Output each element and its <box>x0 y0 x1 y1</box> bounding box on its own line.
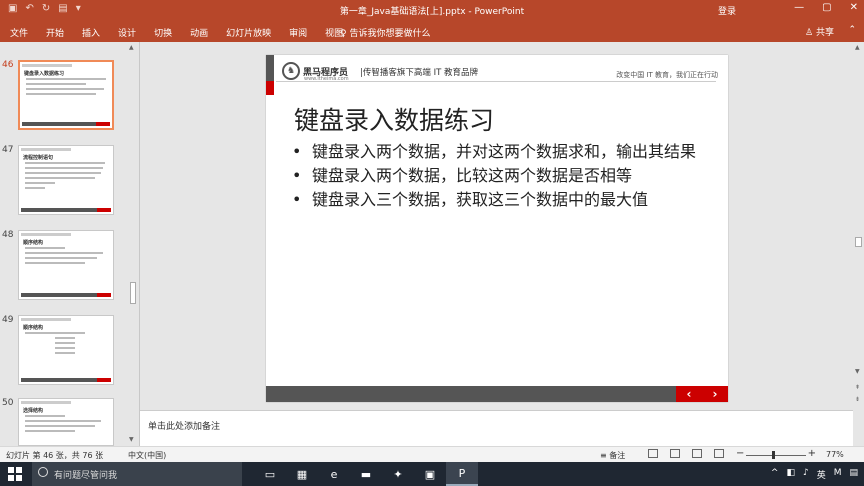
zoom-level[interactable]: 77% <box>826 450 844 459</box>
slide-sorter-icon[interactable] <box>670 449 680 458</box>
windows-taskbar: 有问题尽管问我 ▭ ▦ e ▬ ✦ ▣ P ^ ◧ ♪ 英 M ▤ <box>0 462 864 486</box>
zoom-in-icon[interactable]: + <box>808 448 816 459</box>
tab-file[interactable]: 文件 <box>10 26 28 39</box>
slide-counter: 幻灯片 第 46 张，共 76 张 <box>6 451 104 460</box>
slide-scrollbar[interactable]: ▲ ▼ ⇞ ⇟ <box>853 42 864 446</box>
bullet-item: 键盘录入三个数据，获取这三个数据中的最大值 <box>290 189 710 211</box>
header-divider <box>276 81 716 82</box>
title-bar: ▣ ↶ ↻ ▤ ▾ 第一章_Java基础语法[上].pptx - PowerPo… <box>0 0 864 20</box>
thumbnail-number: 47 <box>2 145 14 155</box>
bullet-list[interactable]: 键盘录入两个数据，并对这两个数据求和，输出其结果 键盘录入两个数据，比较这两个数… <box>290 141 710 213</box>
ime-icon[interactable]: M <box>834 468 842 481</box>
thumbnail-title: 顺序结构 <box>23 240 44 246</box>
login-link[interactable]: 登录 <box>718 4 736 17</box>
notes-placeholder: 单击此处添加备注 <box>148 422 221 432</box>
task-view-icon[interactable]: ▭ <box>254 462 286 486</box>
explorer-icon[interactable]: ▬ <box>350 462 382 486</box>
collapse-ribbon-icon[interactable]: ⌃ <box>848 25 856 35</box>
tell-me-box[interactable]: ♀ 告诉我你想要做什么 <box>340 26 430 39</box>
thumbnail-number: 48 <box>2 230 14 240</box>
prev-arrow-icon[interactable]: ‹ <box>687 387 692 401</box>
tab-home[interactable]: 开始 <box>46 26 64 39</box>
thumbnail-scrollbar[interactable]: ▲ ▼ <box>129 42 137 446</box>
language-indicator[interactable]: 中文(中国) <box>128 450 166 461</box>
status-bar: 幻灯片 第 46 张，共 76 张 中文(中国) ≡ 备注 − + 77% <box>0 446 864 462</box>
normal-view-icon[interactable] <box>648 449 658 458</box>
notes-toggle-button[interactable]: ≡ 备注 <box>600 450 625 461</box>
share-label: 共享 <box>815 28 834 38</box>
media-app-icon[interactable]: ▣ <box>414 462 446 486</box>
tab-animations[interactable]: 动画 <box>190 26 208 39</box>
lightbulb-icon: ♀ <box>340 29 347 39</box>
notes-icon: ≡ <box>600 451 607 460</box>
tab-review[interactable]: 审阅 <box>289 26 307 39</box>
scrollbar-thumb[interactable] <box>130 282 136 304</box>
volume-icon[interactable]: ♪ <box>803 468 809 481</box>
bullet-item: 键盘录入两个数据，并对这两个数据求和，输出其结果 <box>290 141 710 163</box>
scroll-up-icon[interactable]: ▲ <box>129 44 134 51</box>
scroll-up-icon[interactable]: ▲ <box>855 44 860 51</box>
tab-transitions[interactable]: 切换 <box>154 26 172 39</box>
thumbnail-title: 流程控制语句 <box>23 155 54 161</box>
slide-editor[interactable]: ♞ 黑马程序员 www.itheima.com |传智播客旗下高端 IT 教育品… <box>140 42 854 410</box>
slogan-text: 改变中国 IT 教育，我们正在行动 <box>616 71 718 79</box>
scroll-down-icon[interactable]: ▼ <box>855 368 860 375</box>
footer-bar <box>266 386 676 402</box>
slide-thumbnail-49[interactable]: 顺序结构 <box>18 315 114 385</box>
tab-insert[interactable]: 插入 <box>82 26 100 39</box>
notification-icon[interactable]: ▤ <box>849 468 858 481</box>
tray-up-icon[interactable]: ^ <box>771 468 779 481</box>
search-placeholder: 有问题尽管问我 <box>54 471 118 481</box>
system-tray: ^ ◧ ♪ 英 M ▤ <box>771 468 858 481</box>
slide-thumbnail-47[interactable]: 流程控制语句 <box>18 145 114 215</box>
slideshow-view-icon[interactable] <box>714 449 724 458</box>
next-slide-icon[interactable]: ⇟ <box>855 396 860 403</box>
brand-tagline: |传智播客旗下高端 IT 教育品牌 <box>360 68 478 78</box>
scrollbar-thumb[interactable] <box>855 237 862 247</box>
restore-button[interactable]: ▢ <box>822 2 831 13</box>
edge-icon[interactable]: e <box>318 462 350 486</box>
store-icon[interactable]: ▦ <box>286 462 318 486</box>
network-icon[interactable]: ◧ <box>786 468 795 481</box>
cortana-icon <box>38 467 48 477</box>
thumbnail-number: 46 <box>2 60 14 70</box>
notes-pane[interactable]: 单击此处添加备注 <box>140 410 853 446</box>
windows-start-icon[interactable] <box>8 467 22 481</box>
slide-nav: ‹ › <box>676 386 728 402</box>
slide-thumbnail-48[interactable]: 顺序结构 <box>18 230 114 300</box>
close-button[interactable]: ✕ <box>850 2 858 13</box>
minimize-button[interactable]: — <box>794 2 804 13</box>
person-icon: ♙ <box>805 28 814 38</box>
share-button[interactable]: ♙ 共享 <box>805 25 834 38</box>
input-language[interactable]: 英 <box>817 468 826 481</box>
taskbar-search[interactable]: 有问题尽管问我 <box>32 462 242 486</box>
prev-slide-icon[interactable]: ⇞ <box>855 384 860 391</box>
zoom-knob[interactable] <box>772 451 775 459</box>
tab-design[interactable]: 设计 <box>118 26 136 39</box>
reading-view-icon[interactable] <box>692 449 702 458</box>
thumbnail-title: 顺序结构 <box>23 325 44 331</box>
thumbnail-number: 49 <box>2 315 14 325</box>
brand-logo: ♞ 黑马程序员 www.itheima.com <box>282 62 349 82</box>
slide-thumbnail-pane: 46 键盘录入数据练习 47 流程控制语句 48 顺序结构 49 顺序结构 50… <box>0 42 140 446</box>
scroll-down-icon[interactable]: ▼ <box>129 436 134 443</box>
powerpoint-icon[interactable]: P <box>446 462 478 486</box>
slide-thumbnail-50[interactable]: 选择结构 <box>18 398 114 446</box>
app-icon[interactable]: ✦ <box>382 462 414 486</box>
thumbnail-title: 键盘录入数据练习 <box>24 71 65 77</box>
notes-label: 备注 <box>609 451 626 460</box>
tell-me-text: 告诉我你想要做什么 <box>349 29 431 39</box>
tab-slideshow[interactable]: 幻灯片放映 <box>226 26 271 39</box>
zoom-out-icon[interactable]: − <box>736 448 744 459</box>
zoom-slider[interactable]: − + <box>736 448 816 461</box>
slide-thumbnail-46[interactable]: 键盘录入数据练习 <box>18 60 114 130</box>
current-slide[interactable]: ♞ 黑马程序员 www.itheima.com |传智播客旗下高端 IT 教育品… <box>266 55 728 402</box>
next-arrow-icon[interactable]: › <box>713 387 718 401</box>
ribbon-tabs: 文件 开始 插入 设计 切换 动画 幻灯片放映 审阅 视图 ♀ 告诉我你想要做什… <box>0 20 864 42</box>
thumbnail-number: 50 <box>2 398 14 408</box>
horse-logo-icon: ♞ <box>282 62 300 80</box>
thumbnail-title: 选择结构 <box>23 408 44 414</box>
bullet-item: 键盘录入两个数据，比较这两个数据是否相等 <box>290 165 710 187</box>
slide-title[interactable]: 键盘录入数据练习 <box>294 101 494 137</box>
